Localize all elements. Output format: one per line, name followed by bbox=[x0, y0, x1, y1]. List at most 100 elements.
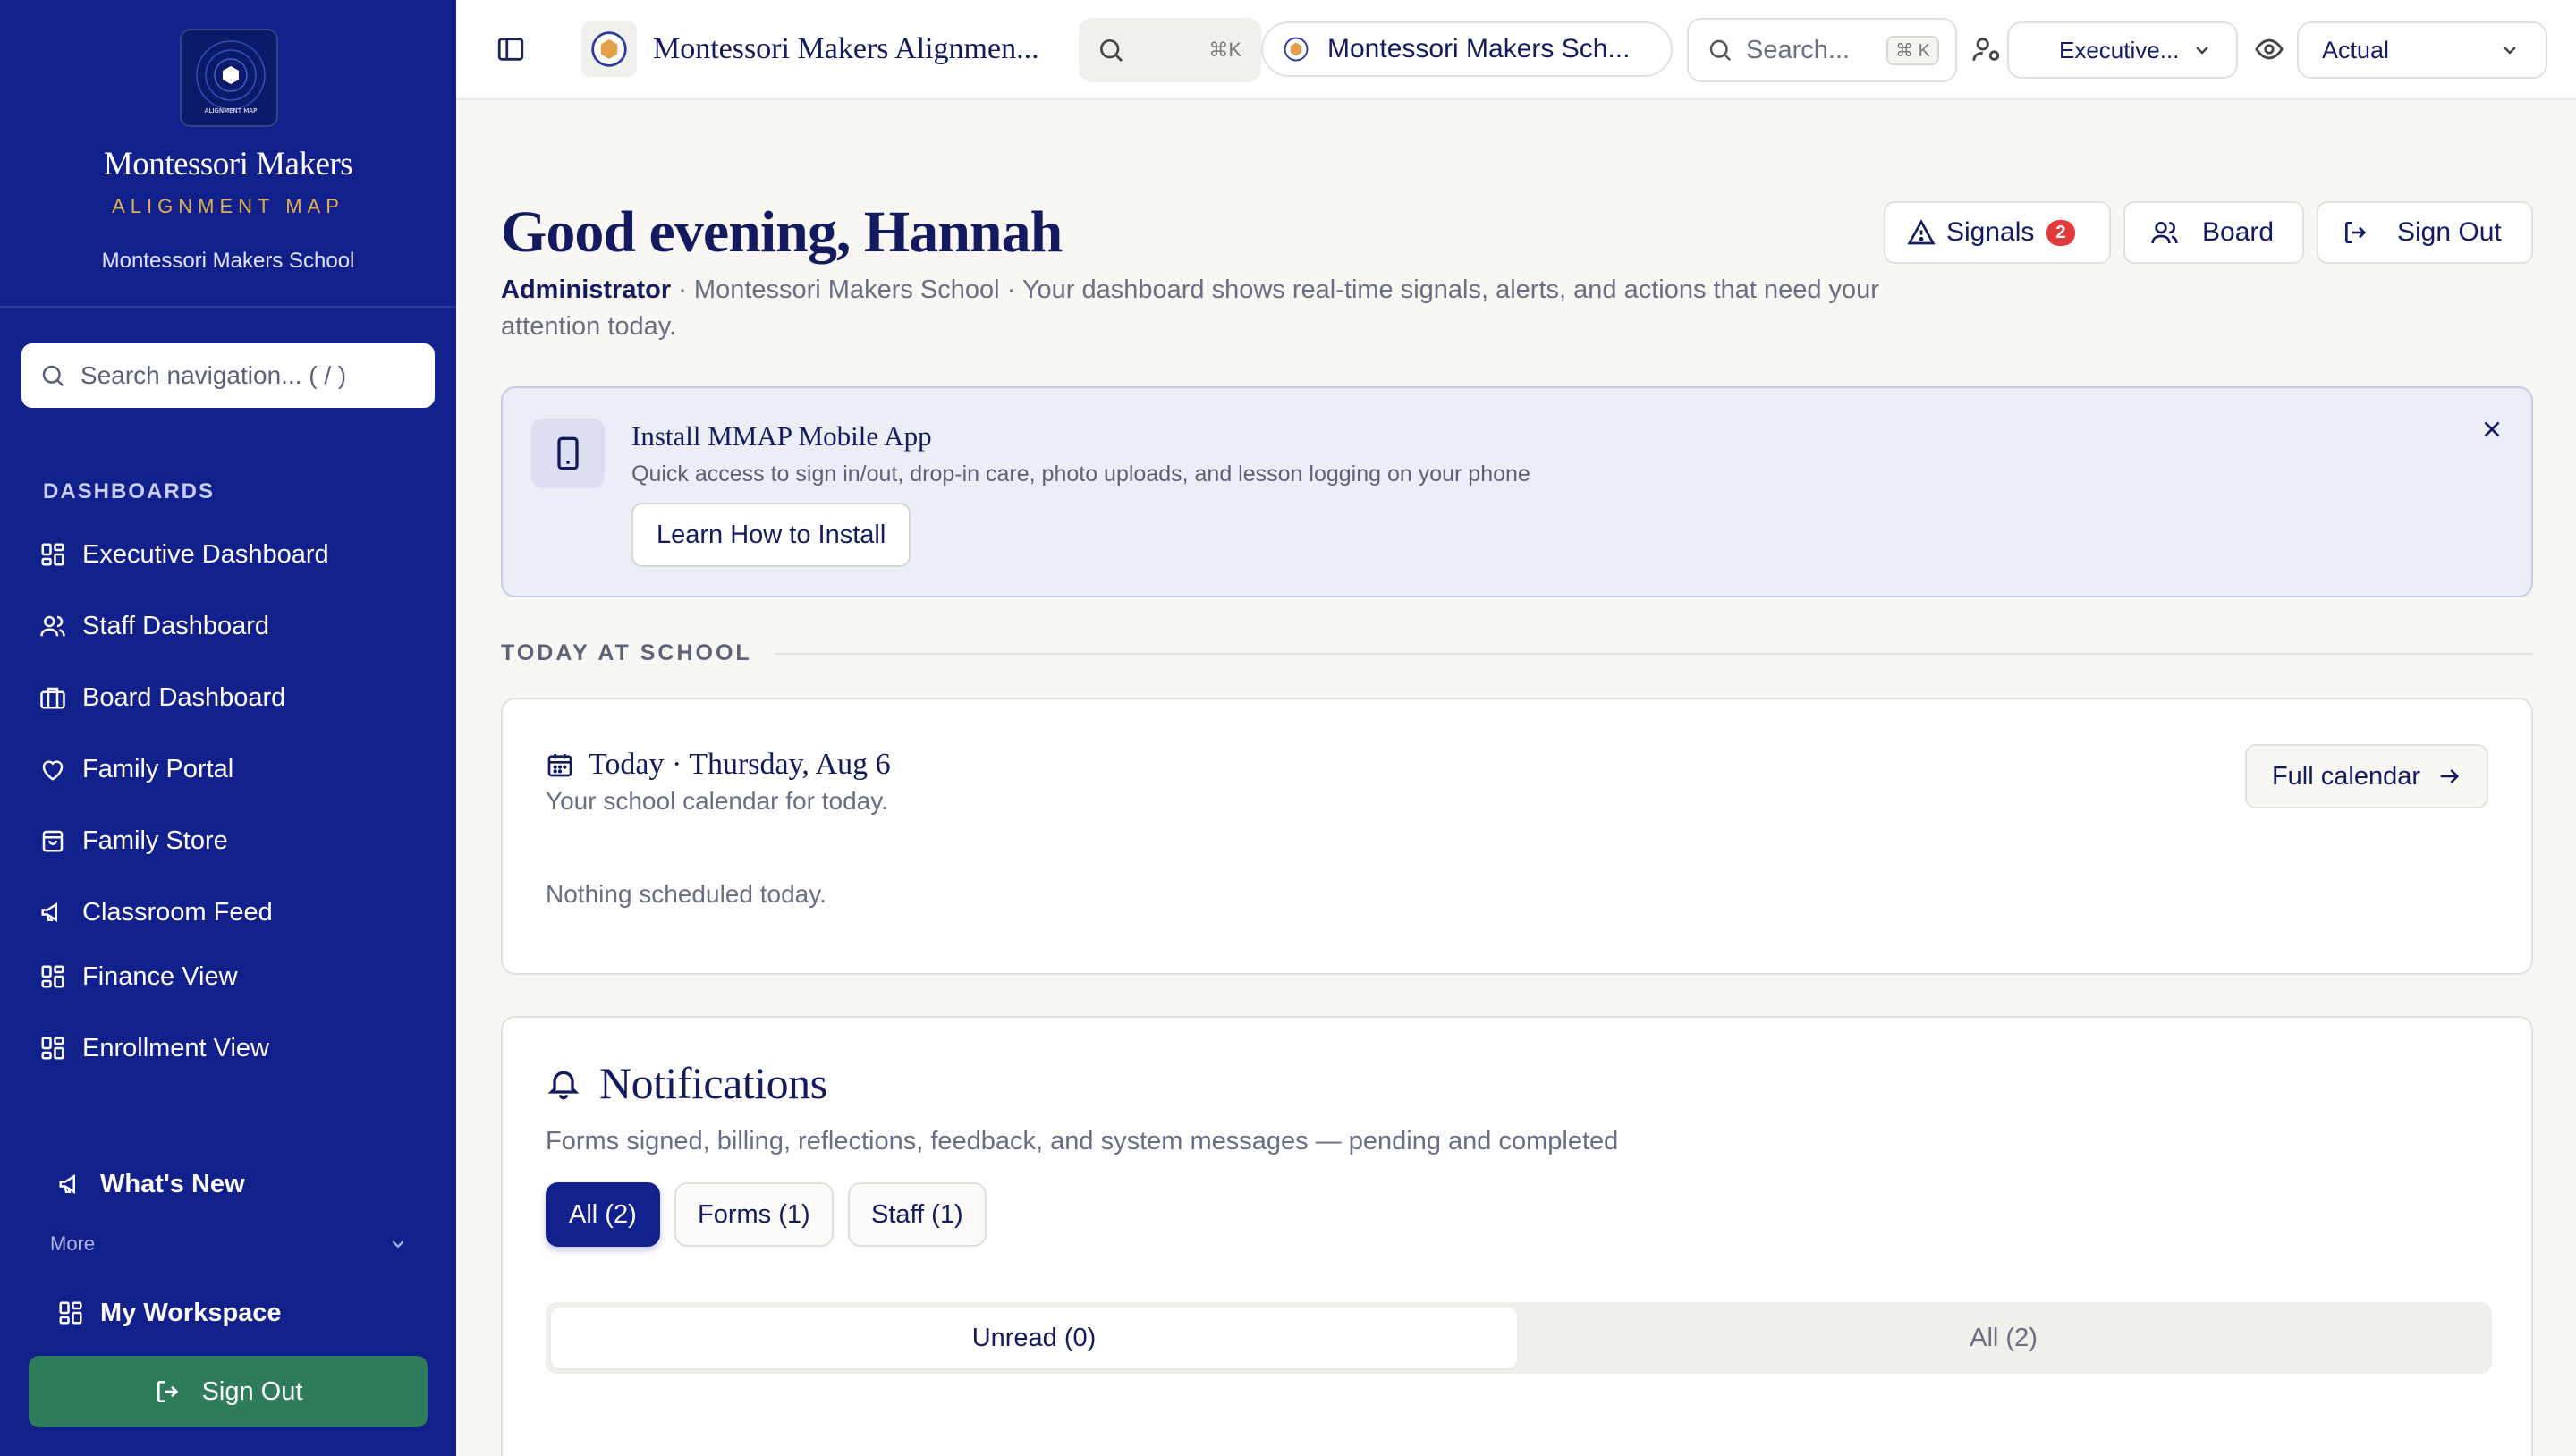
alert-triangle-icon bbox=[1907, 219, 1936, 245]
app-title-link[interactable]: Montessori Makers Alignmen... bbox=[581, 21, 1039, 77]
tab-unread[interactable]: Unread (0) bbox=[551, 1308, 1517, 1368]
school-selector[interactable]: Montessori Makers Sch... bbox=[1261, 21, 1673, 77]
install-app-banner: Install MMAP Mobile App Quick access to … bbox=[501, 386, 2533, 597]
sidebar-item-label: Family Store bbox=[82, 825, 228, 855]
signals-label: Signals bbox=[1946, 217, 2035, 247]
role-description-text: · Montessori Makers School · Your dashbo… bbox=[501, 275, 1879, 341]
quick-search-button[interactable]: ⌘K bbox=[1079, 18, 1261, 82]
today-subtitle: Your school calendar for today. bbox=[546, 787, 888, 815]
sidebar-item-staff-dashboard[interactable]: Staff Dashboard bbox=[39, 599, 433, 653]
sidebar-sign-out-button[interactable]: Sign Out bbox=[29, 1356, 428, 1427]
heart-icon bbox=[42, 760, 64, 781]
role-description: Administrator · Montessori Makers School… bbox=[501, 272, 1896, 345]
shopping-bag-icon bbox=[42, 830, 64, 852]
learn-install-button[interactable]: Learn How to Install bbox=[631, 503, 911, 567]
search-icon bbox=[1709, 39, 1732, 62]
notifications-subtitle: Forms signed, billing, reflections, feed… bbox=[546, 1127, 1619, 1155]
brand-logo[interactable]: ALIGNMENT MAP bbox=[180, 29, 278, 127]
today-title-text: Today · Thursday, Aug 6 bbox=[589, 748, 891, 781]
grid-icon bbox=[41, 965, 64, 988]
school-logo-icon bbox=[1284, 37, 1309, 62]
sidebar-toggle-icon bbox=[497, 38, 524, 61]
today-calendar-card: Today · Thursday, Aug 6 Your school cale… bbox=[501, 698, 2533, 975]
view-select-value: Executive... bbox=[2059, 36, 2180, 63]
sidebar-item-label: Enrollment View bbox=[82, 1033, 270, 1062]
arrow-right-icon bbox=[2440, 769, 2460, 783]
mode-select-value: Actual bbox=[2322, 36, 2390, 63]
sidebar-item-my-workspace[interactable]: My Workspace bbox=[57, 1286, 451, 1340]
sidebar-item-family-portal[interactable]: Family Portal bbox=[39, 742, 433, 796]
school-selector-label: Montessori Makers Sch... bbox=[1327, 34, 1631, 63]
users-icon bbox=[40, 615, 65, 637]
sidebar-item-label: Classroom Feed bbox=[82, 897, 273, 927]
sidebar: ALIGNMENT MAP Montessori Makers ALIGNMEN… bbox=[0, 0, 456, 1456]
today-empty-state: Nothing scheduled today. bbox=[546, 880, 826, 908]
sidebar-item-label: My Workspace bbox=[100, 1298, 282, 1327]
signals-count-badge: 2 bbox=[2046, 219, 2075, 246]
preview-eye-button[interactable] bbox=[2254, 34, 2284, 64]
nav-search-placeholder: Search navigation... ( / ) bbox=[80, 361, 347, 389]
close-icon bbox=[2484, 421, 2500, 437]
top-bar: Montessori Makers Alignmen... ⌘K Montess… bbox=[456, 0, 2576, 100]
header-sign-out-button[interactable]: Sign Out bbox=[2317, 201, 2533, 264]
page-title: Good evening, Hannah bbox=[501, 199, 1063, 265]
today-section-label: TODAY AT SCHOOL bbox=[501, 640, 752, 665]
bell-icon bbox=[547, 1071, 580, 1100]
more-toggle[interactable]: More bbox=[50, 1232, 408, 1256]
sidebar-item-label: Executive Dashboard bbox=[82, 539, 329, 569]
sidebar-item-whats-new[interactable]: What's New bbox=[57, 1157, 451, 1211]
quick-search-shortcut: ⌘K bbox=[1208, 38, 1241, 61]
megaphone-icon bbox=[41, 902, 57, 923]
chevron-down-icon bbox=[392, 1240, 404, 1249]
sign-out-label: Sign Out bbox=[2397, 217, 2502, 247]
close-banner-button[interactable] bbox=[2474, 411, 2510, 447]
log-out-icon bbox=[157, 1381, 178, 1402]
grid-icon bbox=[41, 543, 64, 566]
notifications-title-text: Notifications bbox=[599, 1058, 827, 1108]
calendar-icon bbox=[547, 754, 572, 777]
app-title: Montessori Makers Alignmen... bbox=[653, 32, 1039, 65]
today-section-heading: TODAY AT SCHOOL bbox=[501, 640, 2533, 666]
full-calendar-label: Full calendar bbox=[2271, 761, 2420, 791]
brand-title: Montessori Makers bbox=[103, 146, 353, 182]
sidebar-item-label: Board Dashboard bbox=[82, 682, 286, 712]
read-status-toggle: Unread (0) All (2) bbox=[546, 1302, 2492, 1374]
notifications-card: Notifications Forms signed, billing, ref… bbox=[501, 1016, 2533, 1456]
view-select[interactable]: Executive... bbox=[2007, 21, 2238, 79]
nav-search-input[interactable]: Search navigation... ( / ) bbox=[21, 343, 435, 408]
sidebar-item-classroom-feed[interactable]: Classroom Feed bbox=[39, 885, 433, 939]
toggle-sidebar-button[interactable] bbox=[496, 34, 526, 64]
chevron-down-icon bbox=[2504, 47, 2516, 55]
filter-chip-forms[interactable]: Forms (1) bbox=[674, 1182, 834, 1247]
search-icon bbox=[42, 365, 64, 387]
signals-button[interactable]: Signals 2 bbox=[1884, 201, 2111, 264]
sidebar-item-label: Family Portal bbox=[82, 754, 234, 783]
brand-header: ALIGNMENT MAP Montessori Makers ALIGNMEN… bbox=[0, 0, 456, 308]
section-divider bbox=[775, 652, 2533, 655]
banner-title: Install MMAP Mobile App bbox=[631, 420, 932, 452]
role-label: Administrator bbox=[501, 275, 672, 304]
tab-all[interactable]: All (2) bbox=[1521, 1308, 2487, 1368]
global-search-input[interactable]: Search... ⌘ K bbox=[1687, 18, 1957, 82]
sidebar-item-finance-view[interactable]: Finance View bbox=[39, 950, 433, 1003]
brand-subtitle: ALIGNMENT MAP bbox=[112, 195, 344, 217]
banner-text: Quick access to sign in/out, drop-in car… bbox=[631, 461, 1530, 487]
more-label: More bbox=[50, 1232, 96, 1255]
log-out-icon bbox=[2345, 222, 2367, 243]
sidebar-item-label: Finance View bbox=[82, 961, 238, 991]
sidebar-item-label: What's New bbox=[100, 1169, 245, 1198]
filter-chip-all[interactable]: All (2) bbox=[546, 1182, 660, 1247]
sidebar-item-enrollment-view[interactable]: Enrollment View bbox=[39, 1021, 433, 1075]
sidebar-item-executive-dashboard[interactable]: Executive Dashboard bbox=[39, 528, 433, 581]
filter-chip-staff[interactable]: Staff (1) bbox=[848, 1182, 987, 1247]
sidebar-item-family-store[interactable]: Family Store bbox=[39, 814, 433, 868]
mode-select[interactable]: Actual bbox=[2297, 21, 2547, 79]
sidebar-item-board-dashboard[interactable]: Board Dashboard bbox=[39, 671, 433, 724]
user-switch-button[interactable] bbox=[1971, 34, 2002, 64]
brand-school: Montessori Makers School bbox=[101, 249, 355, 273]
full-calendar-button[interactable]: Full calendar bbox=[2244, 744, 2488, 808]
board-button[interactable]: Board bbox=[2123, 201, 2304, 264]
smartphone-icon bbox=[531, 419, 605, 488]
users-icon bbox=[2151, 222, 2178, 244]
sign-out-label: Sign Out bbox=[201, 1376, 303, 1406]
